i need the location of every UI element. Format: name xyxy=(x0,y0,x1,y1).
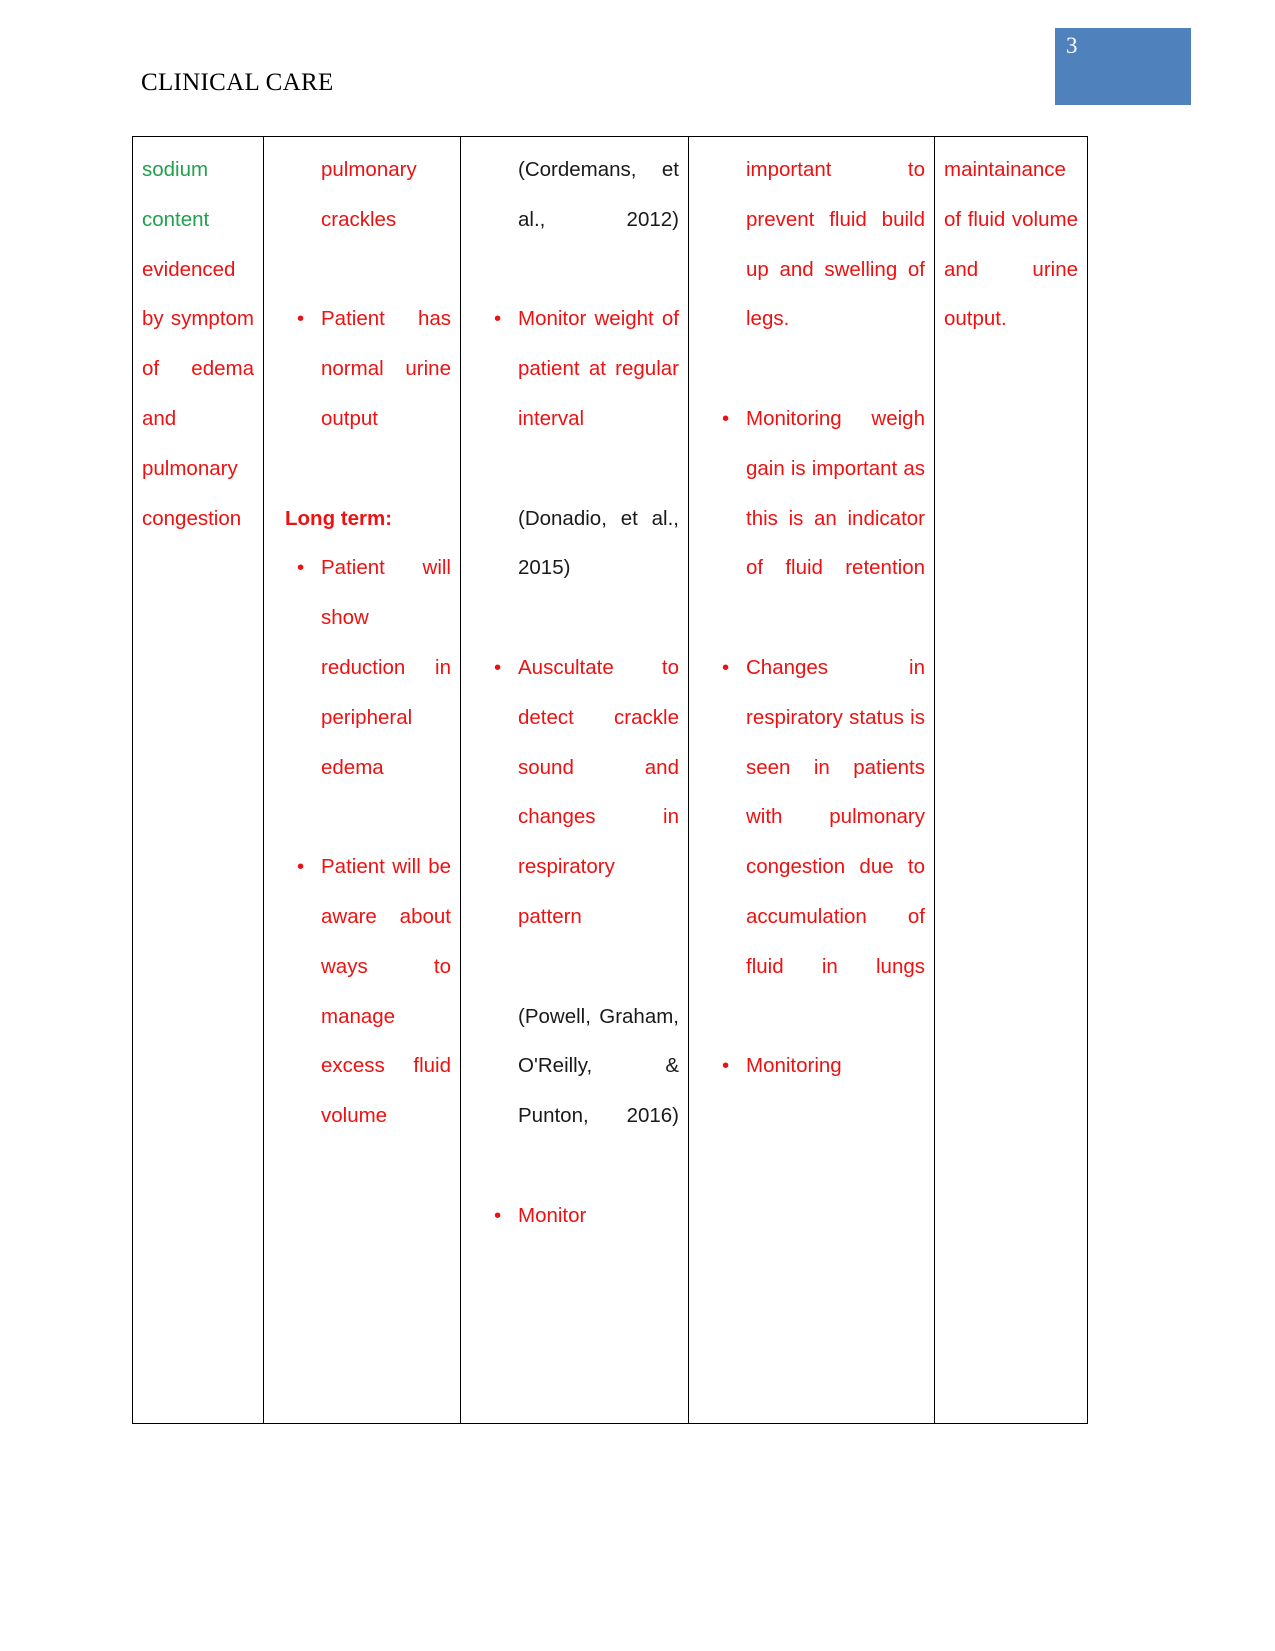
interventions-list-1: Monitor weight of patient at regular int… xyxy=(470,294,679,493)
list-item: Patient will be aware about ways to mana… xyxy=(273,842,451,1191)
goals-short-term-list: Patient has normal urine output xyxy=(273,294,451,493)
goals-cell: pulmonary crackles Patient has normal ur… xyxy=(263,136,461,1424)
long-term-label: Long term: xyxy=(285,506,393,530)
rationale-cell: important to prevent fluid build up and … xyxy=(688,136,935,1424)
list-item: Monitor weight of patient at regular int… xyxy=(470,294,679,493)
list-item: Monitor xyxy=(470,1191,679,1291)
list-item: Changes in respiratory status is seen in… xyxy=(698,643,925,1041)
assessment-red-text: evidenced by symptom of edema and pulmon… xyxy=(142,257,254,530)
interventions-list-2: Auscultate to detect crackle sound and c… xyxy=(470,643,679,992)
page-number: 3 xyxy=(1066,33,1078,58)
goals-long-term-list: Patient will show reduction in periphera… xyxy=(273,543,451,1190)
list-item: Auscultate to detect crackle sound and c… xyxy=(470,643,679,992)
table-row: sodium content evidenced by symptom of e… xyxy=(132,136,1088,1424)
assessment-cell: sodium content evidenced by symptom of e… xyxy=(132,136,264,1424)
assessment-paragraph: sodium content evidenced by symptom of e… xyxy=(142,145,254,593)
list-item: Monitoring xyxy=(698,1041,925,1141)
document-page: 3 CLINICAL CARE sodium content evidenced… xyxy=(0,0,1275,1651)
assessment-green-text: sodium content xyxy=(142,158,210,231)
list-item: Patient has normal urine output xyxy=(273,294,451,493)
interventions-cell: (Cordemans, et al., 2012) Monitor weight… xyxy=(460,136,689,1424)
evaluation-cell: maintainance of fluid volume and urine o… xyxy=(934,136,1088,1424)
list-item: Patient will show reduction in periphera… xyxy=(273,543,451,842)
list-item: Monitoring weigh gain is important as th… xyxy=(698,394,925,643)
citation-powell: (Powell, Graham, O'Reilly, & Punton, 201… xyxy=(518,1004,679,1128)
goals-continuation: pulmonary crackles xyxy=(321,158,417,231)
citation-cordemans: (Cordemans, et al., 2012) xyxy=(518,158,679,231)
rationale-list: Monitoring weigh gain is important as th… xyxy=(698,394,925,1141)
citation-donadio: (Donadio, et al., 2015) xyxy=(518,506,679,580)
interventions-list-3: Monitor xyxy=(470,1191,679,1291)
rationale-continuation: important to prevent fluid build up and … xyxy=(746,158,925,331)
page-title: CLINICAL CARE xyxy=(141,69,334,96)
care-plan-table: sodium content evidenced by symptom of e… xyxy=(132,136,1088,1424)
evaluation-paragraph: maintainance of fluid volume and urine o… xyxy=(944,158,1078,331)
